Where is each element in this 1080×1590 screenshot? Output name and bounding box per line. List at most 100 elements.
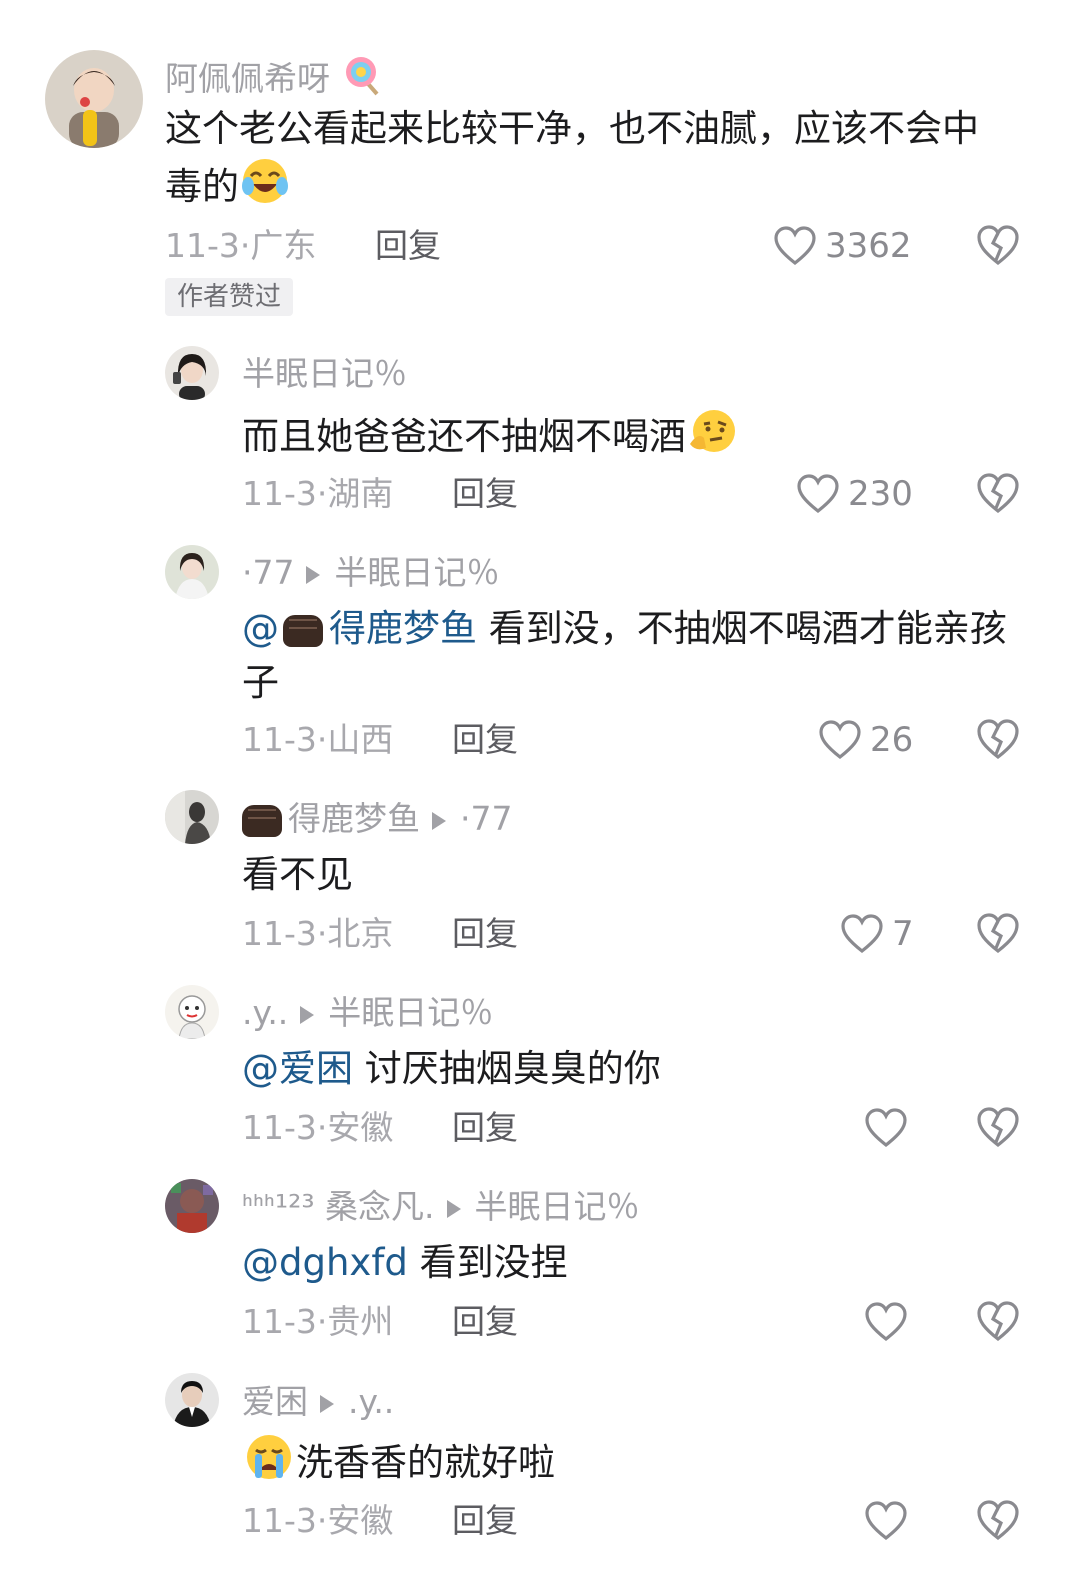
broken-heart-icon [977,1107,1019,1148]
comment-location: 安徽 [327,1108,394,1147]
comment-body: 洗香香的就好啦 [296,1441,555,1484]
comment-date: 11-3 [242,1302,317,1341]
reply-button[interactable]: 回复 [452,1501,518,1541]
username[interactable]: 半眠日记％ [242,354,407,394]
comment-text: @dghxfd 看到没捏 [242,1236,1002,1290]
avatar[interactable] [45,50,143,148]
username-label[interactable]: 阿佩佩希呀 [165,59,330,98]
mention-link[interactable]: @ 得鹿梦鱼 [242,607,477,650]
username-label[interactable]: ᑋᑋᑋ¹²³ 桑念凡. [242,1187,435,1226]
broken-heart-icon [977,225,1019,266]
username: ᑋᑋᑋ¹²³ 桑念凡. 半眠日记％ [242,1187,640,1227]
username-label[interactable]: 得鹿梦鱼 [288,799,420,838]
comment-date: 11-3 [242,1501,317,1540]
comment-meta: 11-3·北京 [242,914,394,953]
mention-link[interactable]: @爱困 [242,1047,353,1090]
dislike-button[interactable] [975,1499,1021,1543]
comment-text: 洗香香的就好啦 [242,1432,1002,1497]
mention-link[interactable]: @dghxfd [242,1241,408,1284]
broken-heart-icon [977,1301,1019,1342]
comment-body: 讨厌抽烟臭臭的你 [353,1047,661,1090]
comment-body: 而且她爸爸还不抽烟不喝酒 [242,415,686,458]
username: 爱困 .y.. [242,1382,394,1422]
triangle-right-icon [446,1199,461,1218]
reply-to-username[interactable]: 半眠日记％ [328,993,493,1032]
comment-date: 11-3 [242,474,317,513]
comment-meta: 11-3·广东 [165,226,317,265]
broken-heart-icon [977,719,1019,760]
avatar[interactable] [165,790,219,844]
comment-meta: 11-3·安徽 [242,1108,394,1147]
username[interactable]: 阿佩佩希呀 [165,54,385,107]
comment-date: 11-3 [165,226,240,265]
lollipop-icon [341,54,385,107]
like-button[interactable] [864,1499,908,1543]
triangle-right-icon [306,565,321,584]
like-count: 26 [870,720,914,760]
like-button[interactable]: 26 [818,718,913,762]
avatar[interactable] [165,1373,219,1427]
like-count: 3362 [825,226,912,266]
mention-at[interactable]: @ [242,607,279,650]
reply-button[interactable]: 回复 [375,226,441,266]
broken-heart-icon [977,1500,1019,1541]
broken-heart-icon [977,913,1019,954]
dislike-button[interactable] [975,472,1021,516]
reply-to-username[interactable]: 半眠日记％ [334,553,499,592]
comment-date: 11-3 [242,1108,317,1147]
author-liked-badge: 作者赞过 [165,278,294,316]
like-button[interactable]: 7 [840,912,914,956]
mention-name[interactable]: 得鹿梦鱼 [329,607,477,650]
broken-heart-icon [977,473,1019,514]
heart-outline-icon [841,914,883,954]
like-button[interactable]: 3362 [773,224,912,268]
heart-outline-icon [865,1501,907,1541]
comment-location: 湖南 [327,474,394,513]
dislike-button[interactable] [975,224,1021,268]
comment-body: 看不见 [242,853,353,896]
reply-button[interactable]: 回复 [452,1108,518,1148]
like-button[interactable] [864,1300,908,1344]
username-label[interactable]: .y.. [242,993,288,1032]
comment-location: 安徽 [327,1501,394,1540]
thinking-face-emoji-icon [686,406,740,471]
comment-text: @ 得鹿梦鱼 看到没，不抽烟不喝酒才能亲孩子 [242,602,1022,710]
comment-text: 而且她爸爸还不抽烟不喝酒 [242,406,1002,471]
comment-meta: 11-3·贵州 [242,1302,394,1341]
username: .y.. 半眠日记％ [242,993,493,1033]
like-button[interactable] [864,1106,908,1150]
reply-to-username[interactable]: ·77 [460,799,512,838]
reply-button[interactable]: 回复 [452,474,518,514]
comment-location: 贵州 [327,1302,394,1341]
username: ·77 半眠日记％ [242,553,499,593]
avatar[interactable] [165,985,219,1039]
comment-meta: 11-3·山西 [242,720,394,759]
comment-location: 广东 [250,226,317,265]
dislike-button[interactable] [975,1106,1021,1150]
heart-outline-icon [797,474,839,514]
dislike-button[interactable] [975,1300,1021,1344]
triangle-right-icon [320,1394,334,1413]
comment-body: 看到没捏 [407,1241,568,1284]
reply-button[interactable]: 回复 [452,1302,518,1342]
comment-meta: 11-3·湖南 [242,474,394,513]
reply-button[interactable]: 回复 [452,720,518,760]
comment-meta: 11-3·安徽 [242,1501,394,1540]
crying-face-emoji-icon [242,1432,296,1497]
avatar[interactable] [165,346,219,400]
reply-to-username[interactable]: 半眠日记％ [475,1187,640,1226]
avatar[interactable] [165,1179,219,1233]
dislike-button[interactable] [975,718,1021,762]
username-label[interactable]: ·77 [242,553,294,592]
avatar[interactable] [165,545,219,599]
heart-outline-icon [774,226,816,266]
username-label[interactable]: 爱困 [242,1382,308,1421]
heart-outline-icon [865,1108,907,1148]
reply-button[interactable]: 回复 [452,914,518,954]
like-button[interactable]: 230 [796,472,913,516]
heart-outline-icon [865,1302,907,1342]
like-count: 7 [892,914,914,954]
dislike-button[interactable] [975,912,1021,956]
reply-to-username[interactable]: .y.. [348,1382,394,1421]
comment-text: 这个老公看起来比较干净，也不油腻，应该不会中毒的 [165,102,1005,221]
